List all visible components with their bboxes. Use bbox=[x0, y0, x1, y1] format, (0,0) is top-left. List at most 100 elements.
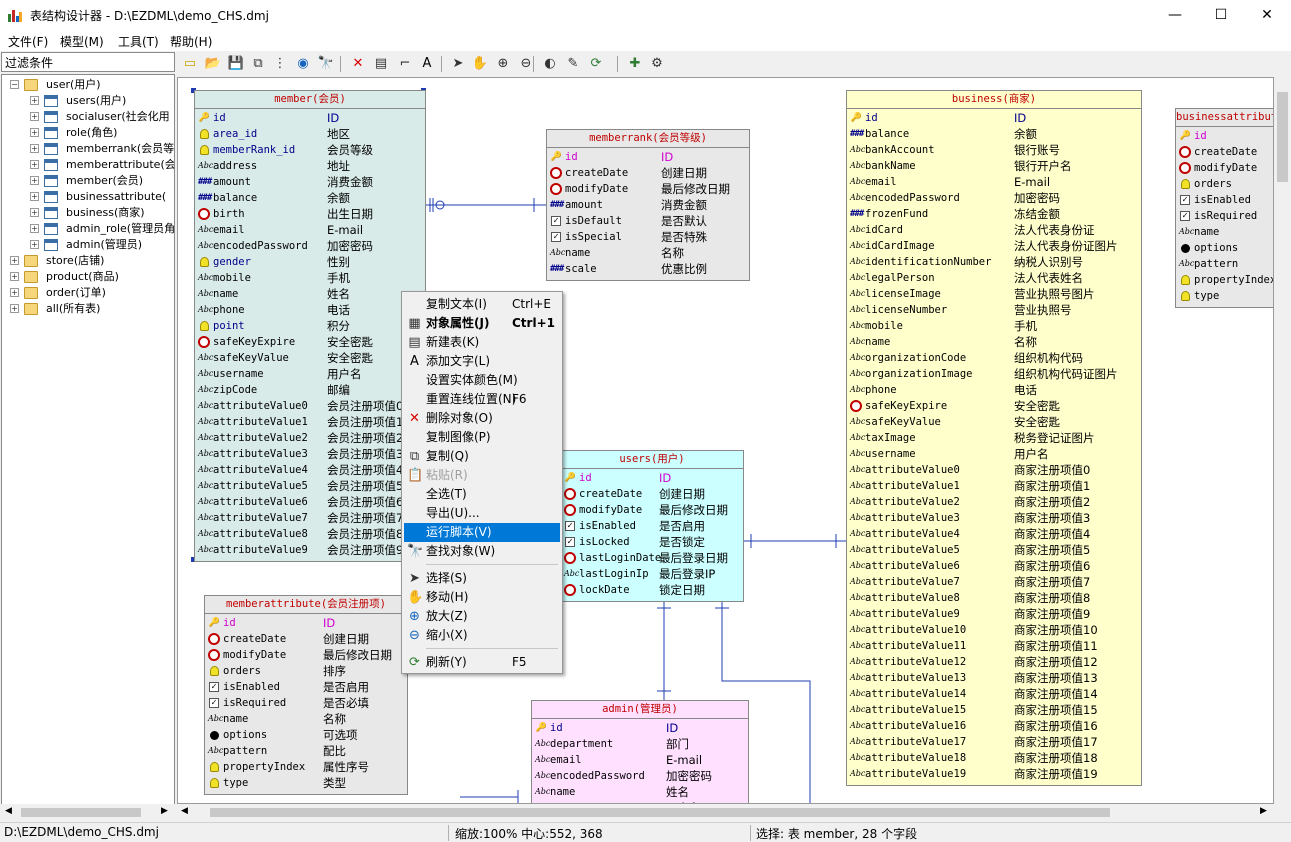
entity-field[interactable]: Abc attributeValue19 商家注册项值19 bbox=[847, 766, 1141, 782]
entity-field[interactable]: Abc department 部门 bbox=[532, 736, 748, 752]
expand-icon[interactable]: + bbox=[10, 272, 19, 281]
entity-field[interactable]: Abc name 姓名 bbox=[532, 784, 748, 800]
tree-item[interactable]: + memberrank(会员等级 bbox=[2, 141, 174, 157]
tree-group[interactable]: + all(所有表) bbox=[2, 301, 174, 317]
delete-icon[interactable]: ✕ bbox=[349, 55, 367, 73]
entity-field[interactable]: Abc attributeValue13 商家注册项值13 bbox=[847, 670, 1141, 686]
entity-field[interactable]: options bbox=[1176, 240, 1273, 256]
context-menu-item[interactable]: 导出(U)... bbox=[404, 504, 560, 523]
tree-item[interactable]: + users(用户) bbox=[2, 93, 174, 109]
context-menu-item[interactable]: 运行脚本(V) bbox=[404, 523, 560, 542]
preview-icon[interactable]: ◐ bbox=[541, 55, 559, 73]
context-menu-item[interactable]: ⟳ 刷新(Y) F5 bbox=[404, 653, 560, 672]
copy-icon[interactable]: ⧉ bbox=[249, 55, 267, 73]
entity-field[interactable]: createDate 创建日期 bbox=[547, 165, 749, 181]
select-icon[interactable]: ➤ bbox=[449, 55, 467, 73]
entity-field[interactable]: Abc attributeValue9 会员注册项值9 bbox=[195, 542, 425, 558]
tree-item[interactable]: + admin_role(管理员角 bbox=[2, 221, 174, 237]
entity-field[interactable]: Abc identificationNumber 纳税人识别号 bbox=[847, 254, 1141, 270]
entity-field[interactable]: Abc attributeValue8 会员注册项值8 bbox=[195, 526, 425, 542]
entity-field[interactable]: createDate 创建日期 bbox=[205, 631, 407, 647]
entity-field[interactable]: ✓ isEnabled 是否启用 bbox=[561, 518, 743, 534]
expand-icon[interactable]: + bbox=[30, 192, 39, 201]
expand-icon[interactable]: + bbox=[30, 96, 39, 105]
entity-table-business[interactable]: business(商家) 🔑 id ID ### balance 余额 Abc bankAcco… bbox=[846, 90, 1142, 786]
context-menu-item[interactable]: 全选(T) bbox=[404, 485, 560, 504]
entity-field[interactable]: orders bbox=[1176, 176, 1273, 192]
entity-field[interactable]: orders 排序 bbox=[205, 663, 407, 679]
entity-field[interactable]: Abc pattern bbox=[1176, 256, 1273, 272]
entity-field[interactable]: Abc bankAccount 银行账号 bbox=[847, 142, 1141, 158]
context-menu-item[interactable]: ⧉ 复制(Q) bbox=[404, 447, 560, 466]
entity-field[interactable]: Abc name 姓名 bbox=[195, 286, 425, 302]
tree-group[interactable]: + order(订单) bbox=[2, 285, 174, 301]
entity-field[interactable]: 🔑 id ID bbox=[561, 470, 743, 486]
context-menu-item[interactable]: 重置连线位置(N) F6 bbox=[404, 390, 560, 409]
entity-field[interactable]: Abc legalPerson 法人代表姓名 bbox=[847, 270, 1141, 286]
diagram-canvas[interactable]: member(会员) 🔑 id ID area_id 地区 memberRank_id 会员等… bbox=[177, 77, 1274, 804]
entity-field[interactable]: 🔑 id bbox=[1176, 128, 1273, 144]
entity-field[interactable]: Abc bankName 银行开户名 bbox=[847, 158, 1141, 174]
canvas-vertical-scrollbar[interactable] bbox=[1274, 77, 1290, 804]
text-icon[interactable]: A bbox=[418, 55, 436, 73]
entity-field[interactable]: Abc attributeValue17 商家注册项值17 bbox=[847, 734, 1141, 750]
entity-field[interactable]: 🔑 id ID bbox=[205, 615, 407, 631]
entity-field[interactable]: Abc attributeValue9 商家注册项值9 bbox=[847, 606, 1141, 622]
entity-field[interactable]: Abc attributeValue7 商家注册项值7 bbox=[847, 574, 1141, 590]
close-button[interactable]: ✕ bbox=[1244, 0, 1290, 30]
entity-field[interactable]: Abc attributeValue14 商家注册项值14 bbox=[847, 686, 1141, 702]
expand-icon[interactable]: + bbox=[10, 256, 19, 265]
tree-item[interactable]: + admin(管理员) bbox=[2, 237, 174, 253]
entity-field[interactable]: lastLoginDate 最后登录日期 bbox=[561, 550, 743, 566]
expand-icon[interactable]: + bbox=[30, 224, 39, 233]
entity-field[interactable]: Abc safeKeyValue 安全密匙 bbox=[195, 350, 425, 366]
tree-group[interactable]: − user(用户) bbox=[2, 77, 174, 93]
expand-icon[interactable]: + bbox=[10, 288, 19, 297]
entity-field[interactable]: ✓ isLocked 是否锁定 bbox=[561, 534, 743, 550]
model-tree[interactable]: − user(用户) + users(用户) + socialuser(社会化用 + role… bbox=[1, 74, 175, 820]
entity-field[interactable]: Abc taxImage 税务登记证图片 bbox=[847, 430, 1141, 446]
open-icon[interactable]: 📂 bbox=[204, 55, 222, 73]
settings-icon[interactable]: ⚙ bbox=[648, 55, 666, 73]
entity-field[interactable]: point 积分 bbox=[195, 318, 425, 334]
entity-field[interactable]: Abc idCard 法人代表身份证 bbox=[847, 222, 1141, 238]
context-menu-item[interactable]: 🔭 查找对象(W) bbox=[404, 542, 560, 561]
expand-icon[interactable]: + bbox=[30, 208, 39, 217]
context-menu-item[interactable]: ✋ 移动(H) bbox=[404, 588, 560, 607]
entity-field[interactable]: memberRank_id 会员等级 bbox=[195, 142, 425, 158]
tree-group[interactable]: + product(商品) bbox=[2, 269, 174, 285]
entity-field[interactable]: Abc licenseNumber 营业执照号 bbox=[847, 302, 1141, 318]
context-menu-item[interactable]: 复制文本(I) Ctrl+E bbox=[404, 295, 560, 314]
tree-icon[interactable]: ⋮ bbox=[271, 55, 289, 73]
entity-field[interactable]: propertyIndex bbox=[1176, 272, 1273, 288]
entity-field[interactable]: Abc phone 电话 bbox=[847, 382, 1141, 398]
entity-field[interactable]: ### balance 余额 bbox=[847, 126, 1141, 142]
context-menu-item[interactable]: 设置实体颜色(M) bbox=[404, 371, 560, 390]
entity-field[interactable]: Abc attributeValue15 商家注册项值15 bbox=[847, 702, 1141, 718]
sql-icon[interactable]: ✎ bbox=[564, 55, 582, 73]
new-icon[interactable]: ▭ bbox=[181, 55, 199, 73]
tree-item[interactable]: + business(商家) bbox=[2, 205, 174, 221]
find-icon[interactable]: 🔭 bbox=[317, 55, 335, 73]
entity-table-memberrank[interactable]: memberrank(会员等级) 🔑 id ID createDate 创建日期 modif… bbox=[546, 129, 750, 281]
vertical-scroll-thumb[interactable] bbox=[1277, 92, 1288, 182]
expand-icon[interactable]: + bbox=[10, 304, 19, 313]
save-icon[interactable]: 💾 bbox=[227, 55, 245, 73]
entity-field[interactable]: modifyDate 最后修改日期 bbox=[561, 502, 743, 518]
entity-field[interactable]: Abc name 名称 bbox=[547, 245, 749, 261]
entity-field[interactable]: 🔑 id ID bbox=[532, 720, 748, 736]
entity-field[interactable]: Abc pattern 配比 bbox=[205, 743, 407, 759]
tree-horizontal-scrollbar[interactable]: ◀ ▶ bbox=[1, 804, 175, 820]
entity-field[interactable]: ✓ isEnabled bbox=[1176, 192, 1273, 208]
entity-field[interactable]: Abc attributeValue2 商家注册项值2 bbox=[847, 494, 1141, 510]
entity-field[interactable]: Abc safeKeyValue 安全密匙 bbox=[847, 414, 1141, 430]
entity-table-admin[interactable]: admin(管理员) 🔑 id ID Abc department 部门 Abc email E-… bbox=[531, 700, 749, 803]
entity-field[interactable]: options 可选项 bbox=[205, 727, 407, 743]
entity-field[interactable]: Abc attributeValue5 商家注册项值5 bbox=[847, 542, 1141, 558]
tree-group[interactable]: + store(店铺) bbox=[2, 253, 174, 269]
entity-field[interactable]: Abcusername 用户名 bbox=[195, 366, 425, 382]
entity-field[interactable]: Abc attributeValue1 会员注册项值1 bbox=[195, 414, 425, 430]
entity-field[interactable]: modifyDate 最后修改日期 bbox=[547, 181, 749, 197]
entity-field[interactable]: createDate bbox=[1176, 144, 1273, 160]
entity-field[interactable]: Abc address 地址 bbox=[195, 158, 425, 174]
